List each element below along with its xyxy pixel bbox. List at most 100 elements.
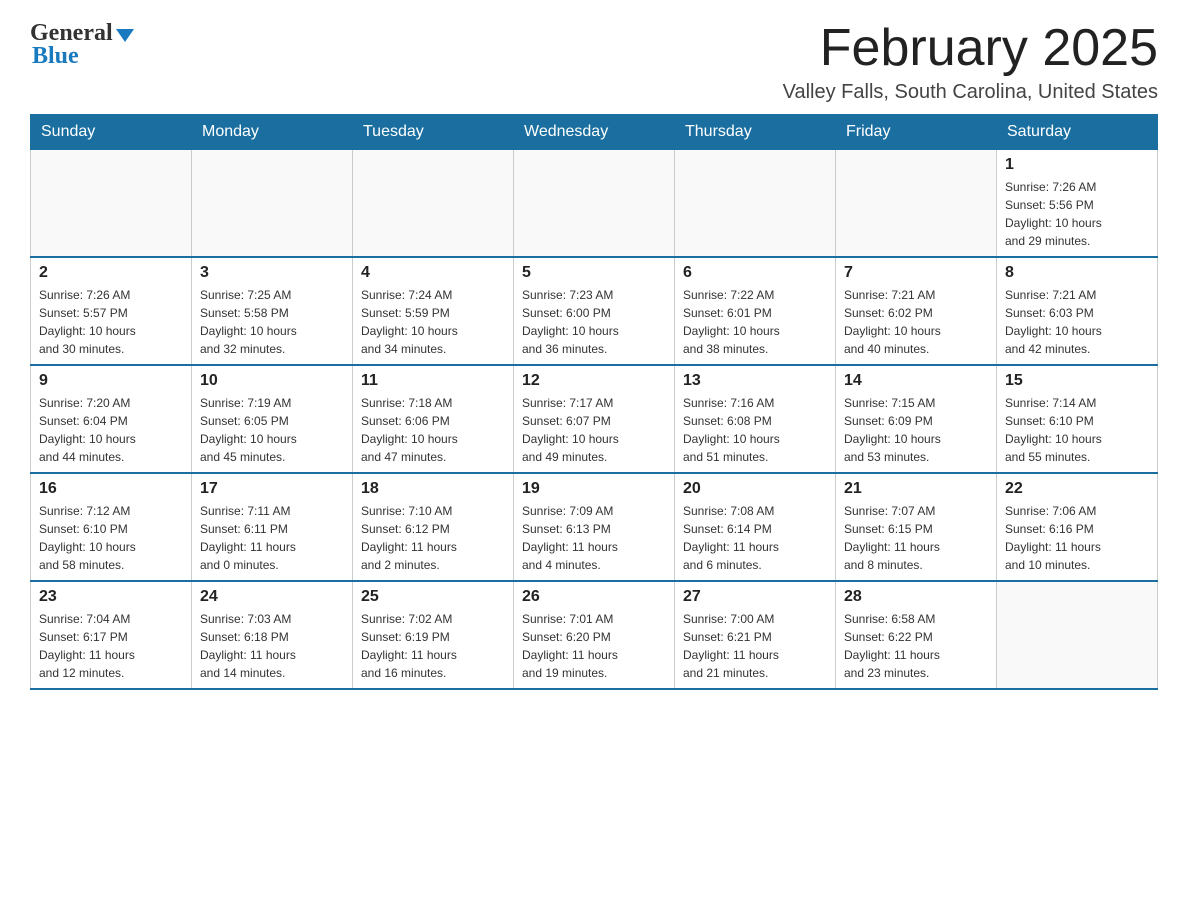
calendar-cell: 24 Sunrise: 7:03 AM Sunset: 6:18 PM Dayli… [192,581,353,689]
calendar-cell: 9 Sunrise: 7:20 AM Sunset: 6:04 PM Daylig… [31,365,192,473]
week-row-3: 9 Sunrise: 7:20 AM Sunset: 6:04 PM Daylig… [31,365,1158,473]
day-info: Sunrise: 7:09 AM Sunset: 6:13 PM Dayligh… [522,502,666,574]
calendar-cell [997,581,1158,689]
day-info: Sunrise: 7:16 AM Sunset: 6:08 PM Dayligh… [683,394,827,466]
calendar-cell: 11 Sunrise: 7:18 AM Sunset: 6:06 PM Dayli… [353,365,514,473]
day-number: 2 [39,264,183,282]
day-number: 16 [39,480,183,498]
day-info: Sunrise: 7:07 AM Sunset: 6:15 PM Dayligh… [844,502,988,574]
calendar-cell: 25 Sunrise: 7:02 AM Sunset: 6:19 PM Dayli… [353,581,514,689]
day-number: 12 [522,372,666,390]
day-info: Sunrise: 7:15 AM Sunset: 6:09 PM Dayligh… [844,394,988,466]
calendar-cell: 16 Sunrise: 7:12 AM Sunset: 6:10 PM Dayli… [31,473,192,581]
day-number: 19 [522,480,666,498]
day-number: 13 [683,372,827,390]
calendar-cell: 4 Sunrise: 7:24 AM Sunset: 5:59 PM Daylig… [353,257,514,365]
day-info: Sunrise: 7:12 AM Sunset: 6:10 PM Dayligh… [39,502,183,574]
day-number: 11 [361,372,505,390]
day-number: 14 [844,372,988,390]
calendar-cell: 26Sunrise: 7:01 AM Sunset: 6:20 PM Dayli… [514,581,675,689]
weekday-header-friday: Friday [836,115,997,150]
calendar-cell: 19 Sunrise: 7:09 AM Sunset: 6:13 PM Dayli… [514,473,675,581]
calendar-cell [31,150,192,258]
day-info: Sunrise: 7:20 AM Sunset: 6:04 PM Dayligh… [39,394,183,466]
weekday-header-saturday: Saturday [997,115,1158,150]
calendar-cell: 12 Sunrise: 7:17 AM Sunset: 6:07 PM Dayli… [514,365,675,473]
week-row-5: 23Sunrise: 7:04 AM Sunset: 6:17 PM Dayli… [31,581,1158,689]
calendar-cell: 5 Sunrise: 7:23 AM Sunset: 6:00 PM Daylig… [514,257,675,365]
calendar-cell: 18Sunrise: 7:10 AM Sunset: 6:12 PM Dayli… [353,473,514,581]
day-number: 24 [200,588,344,606]
calendar-cell [836,150,997,258]
day-number: 26 [522,588,666,606]
day-info: Sunrise: 7:19 AM Sunset: 6:05 PM Dayligh… [200,394,344,466]
calendar-cell [514,150,675,258]
week-row-1: 1Sunrise: 7:26 AM Sunset: 5:56 PM Daylig… [31,150,1158,258]
calendar-cell: 13 Sunrise: 7:16 AM Sunset: 6:08 PM Dayli… [675,365,836,473]
weekday-header-thursday: Thursday [675,115,836,150]
calendar-cell [192,150,353,258]
calendar-cell: 3 Sunrise: 7:25 AM Sunset: 5:58 PM Daylig… [192,257,353,365]
day-number: 6 [683,264,827,282]
day-info: Sunrise: 7:06 AM Sunset: 6:16 PM Dayligh… [1005,502,1149,574]
calendar-cell: 15Sunrise: 7:14 AM Sunset: 6:10 PM Dayli… [997,365,1158,473]
calendar-title: February 2025 [783,20,1158,77]
calendar-cell: 1Sunrise: 7:26 AM Sunset: 5:56 PM Daylig… [997,150,1158,258]
day-number: 8 [1005,264,1149,282]
day-info: Sunrise: 7:02 AM Sunset: 6:19 PM Dayligh… [361,610,505,682]
day-info: Sunrise: 7:24 AM Sunset: 5:59 PM Dayligh… [361,286,505,358]
day-info: Sunrise: 7:21 AM Sunset: 6:02 PM Dayligh… [844,286,988,358]
calendar-cell [353,150,514,258]
day-info: Sunrise: 6:58 AM Sunset: 6:22 PM Dayligh… [844,610,988,682]
day-info: Sunrise: 7:14 AM Sunset: 6:10 PM Dayligh… [1005,394,1149,466]
week-row-4: 16 Sunrise: 7:12 AM Sunset: 6:10 PM Dayli… [31,473,1158,581]
day-info: Sunrise: 7:18 AM Sunset: 6:06 PM Dayligh… [361,394,505,466]
calendar-cell: 10 Sunrise: 7:19 AM Sunset: 6:05 PM Dayli… [192,365,353,473]
day-info: Sunrise: 7:08 AM Sunset: 6:14 PM Dayligh… [683,502,827,574]
day-info: Sunrise: 7:17 AM Sunset: 6:07 PM Dayligh… [522,394,666,466]
day-number: 3 [200,264,344,282]
page-header: General Blue February 2025 Valley Falls,… [30,20,1158,104]
day-number: 9 [39,372,183,390]
day-info: Sunrise: 7:23 AM Sunset: 6:00 PM Dayligh… [522,286,666,358]
calendar-cell: 28 Sunrise: 6:58 AM Sunset: 6:22 PM Dayli… [836,581,997,689]
day-number: 28 [844,588,988,606]
day-info: Sunrise: 7:21 AM Sunset: 6:03 PM Dayligh… [1005,286,1149,358]
calendar-cell: 23Sunrise: 7:04 AM Sunset: 6:17 PM Dayli… [31,581,192,689]
day-info: Sunrise: 7:26 AM Sunset: 5:56 PM Dayligh… [1005,178,1149,250]
weekday-header-monday: Monday [192,115,353,150]
weekday-header-sunday: Sunday [31,115,192,150]
calendar-cell: 17 Sunrise: 7:11 AM Sunset: 6:11 PM Dayli… [192,473,353,581]
day-number: 18 [361,480,505,498]
day-number: 25 [361,588,505,606]
day-number: 17 [200,480,344,498]
day-number: 22 [1005,480,1149,498]
weekday-header-tuesday: Tuesday [353,115,514,150]
calendar-cell: 22 Sunrise: 7:06 AM Sunset: 6:16 PM Dayli… [997,473,1158,581]
day-number: 4 [361,264,505,282]
week-row-2: 2 Sunrise: 7:26 AM Sunset: 5:57 PM Daylig… [31,257,1158,365]
calendar-cell: 8 Sunrise: 7:21 AM Sunset: 6:03 PM Daylig… [997,257,1158,365]
calendar-cell: 20 Sunrise: 7:08 AM Sunset: 6:14 PM Dayli… [675,473,836,581]
calendar-cell: 27Sunrise: 7:00 AM Sunset: 6:21 PM Dayli… [675,581,836,689]
day-info: Sunrise: 7:22 AM Sunset: 6:01 PM Dayligh… [683,286,827,358]
calendar-cell: 6 Sunrise: 7:22 AM Sunset: 6:01 PM Daylig… [675,257,836,365]
day-number: 23 [39,588,183,606]
weekday-header-row: SundayMondayTuesdayWednesdayThursdayFrid… [31,115,1158,150]
calendar-cell: 2 Sunrise: 7:26 AM Sunset: 5:57 PM Daylig… [31,257,192,365]
day-number: 20 [683,480,827,498]
calendar-cell: 7 Sunrise: 7:21 AM Sunset: 6:02 PM Daylig… [836,257,997,365]
weekday-header-wednesday: Wednesday [514,115,675,150]
day-number: 5 [522,264,666,282]
day-info: Sunrise: 7:25 AM Sunset: 5:58 PM Dayligh… [200,286,344,358]
day-number: 7 [844,264,988,282]
day-info: Sunrise: 7:00 AM Sunset: 6:21 PM Dayligh… [683,610,827,682]
day-info: Sunrise: 7:03 AM Sunset: 6:18 PM Dayligh… [200,610,344,682]
day-number: 10 [200,372,344,390]
calendar-cell: 21 Sunrise: 7:07 AM Sunset: 6:15 PM Dayli… [836,473,997,581]
logo-blue-text: Blue [32,43,79,70]
day-info: Sunrise: 7:11 AM Sunset: 6:11 PM Dayligh… [200,502,344,574]
calendar-subtitle: Valley Falls, South Carolina, United Sta… [783,81,1158,104]
day-info: Sunrise: 7:26 AM Sunset: 5:57 PM Dayligh… [39,286,183,358]
day-number: 21 [844,480,988,498]
